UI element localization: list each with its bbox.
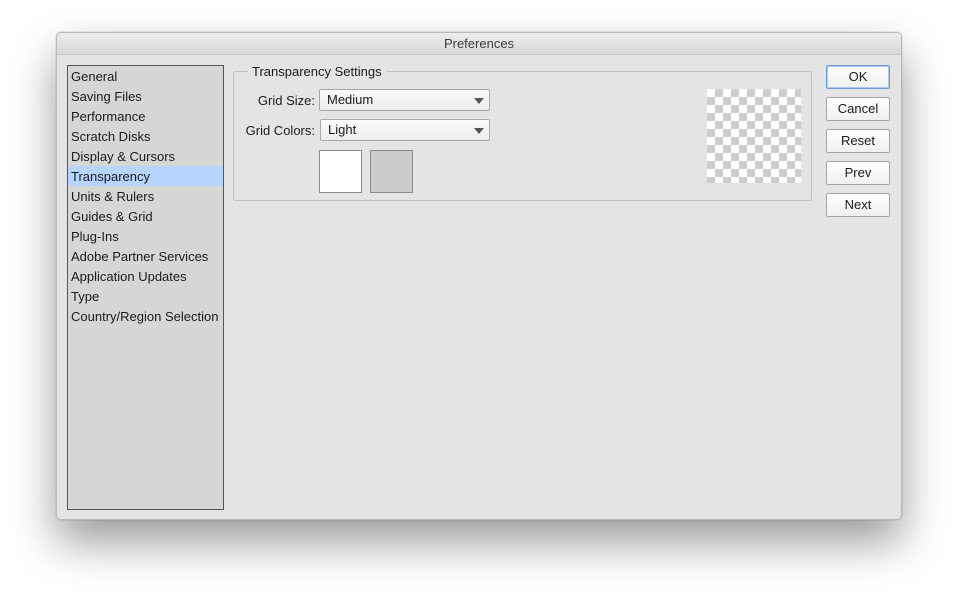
sidebar-item-adobe-partner-services[interactable]: Adobe Partner Services: [68, 246, 223, 266]
sidebar-item-guides-grid[interactable]: Guides & Grid: [68, 206, 223, 226]
sidebar-item-units-rulers[interactable]: Units & Rulers: [68, 186, 223, 206]
window-title: Preferences: [57, 33, 901, 55]
grid-size-label: Grid Size:: [257, 93, 315, 108]
grid-colors-label: Grid Colors:: [245, 123, 315, 138]
grid-colors-select[interactable]: Light: [320, 119, 490, 141]
grid-size-value: Medium: [327, 92, 374, 107]
sidebar-item-saving-files[interactable]: Saving Files: [68, 86, 223, 106]
sidebar-item-general[interactable]: General: [68, 66, 223, 86]
grid-size-select[interactable]: Medium: [319, 89, 490, 111]
sidebar-item-type[interactable]: Type: [68, 286, 223, 306]
reset-button[interactable]: Reset: [826, 129, 890, 153]
transparency-settings-group: Transparency Settings Grid Size: Medium …: [233, 64, 812, 201]
sidebar-item-transparency[interactable]: Transparency: [68, 166, 223, 186]
next-button[interactable]: Next: [826, 193, 890, 217]
sidebar-item-display-cursors[interactable]: Display & Cursors: [68, 146, 223, 166]
chevron-down-icon: [474, 128, 484, 134]
chevron-down-icon: [474, 98, 484, 104]
group-title: Transparency Settings: [248, 64, 386, 80]
cancel-button[interactable]: Cancel: [826, 97, 890, 121]
sidebar-item-plug-ins[interactable]: Plug-Ins: [68, 226, 223, 246]
preferences-dialog: Preferences General Saving Files Perform…: [56, 32, 902, 520]
grid-colors-value: Light: [328, 122, 357, 137]
grid-color-swatch-light[interactable]: [319, 150, 362, 193]
ok-button[interactable]: OK: [826, 65, 890, 89]
sidebar-item-country-region-selection[interactable]: Country/Region Selection: [68, 306, 223, 326]
prev-button[interactable]: Prev: [826, 161, 890, 185]
preferences-category-list[interactable]: General Saving Files Performance Scratch…: [67, 65, 224, 510]
grid-color-swatch-dark[interactable]: [370, 150, 413, 193]
sidebar-item-performance[interactable]: Performance: [68, 106, 223, 126]
sidebar-item-application-updates[interactable]: Application Updates: [68, 266, 223, 286]
transparency-preview: [707, 89, 801, 183]
sidebar-item-scratch-disks[interactable]: Scratch Disks: [68, 126, 223, 146]
